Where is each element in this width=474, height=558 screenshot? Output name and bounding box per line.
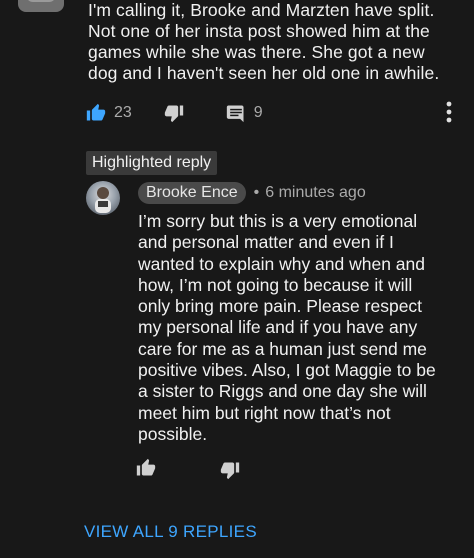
reply-header: Brooke Ence • 6 minutes ago (138, 182, 366, 204)
thumbs-down-icon[interactable] (220, 460, 240, 480)
reply-timestamp: 6 minutes ago (265, 184, 366, 201)
reply-author-name[interactable]: Brooke Ence (138, 182, 246, 204)
thumbs-down-icon[interactable] (164, 103, 184, 123)
commenter-avatar[interactable] (18, 0, 64, 12)
top-comment-actions: 23 9 (86, 103, 263, 123)
reply-count[interactable]: 9 (254, 104, 263, 122)
view-all-replies-link[interactable]: VIEW ALL 9 REPLIES (84, 522, 257, 542)
like-count: 23 (114, 104, 132, 121)
separator-dot: • (253, 184, 260, 201)
thumbs-up-icon[interactable] (136, 458, 156, 478)
comment-icon[interactable] (226, 103, 246, 123)
top-comment-text: I'm calling it, Brooke and Marzten have … (88, 0, 440, 83)
reply-like-button[interactable] (136, 458, 156, 478)
reply-author-avatar[interactable] (86, 181, 120, 215)
thumbs-up-icon[interactable] (86, 103, 106, 123)
reply-dislike-button[interactable] (220, 460, 240, 480)
reply-text: I’m sorry but this is a very emotional a… (138, 211, 436, 444)
more-vertical-icon[interactable] (446, 100, 452, 124)
highlighted-reply-badge: Highlighted reply (86, 151, 218, 175)
